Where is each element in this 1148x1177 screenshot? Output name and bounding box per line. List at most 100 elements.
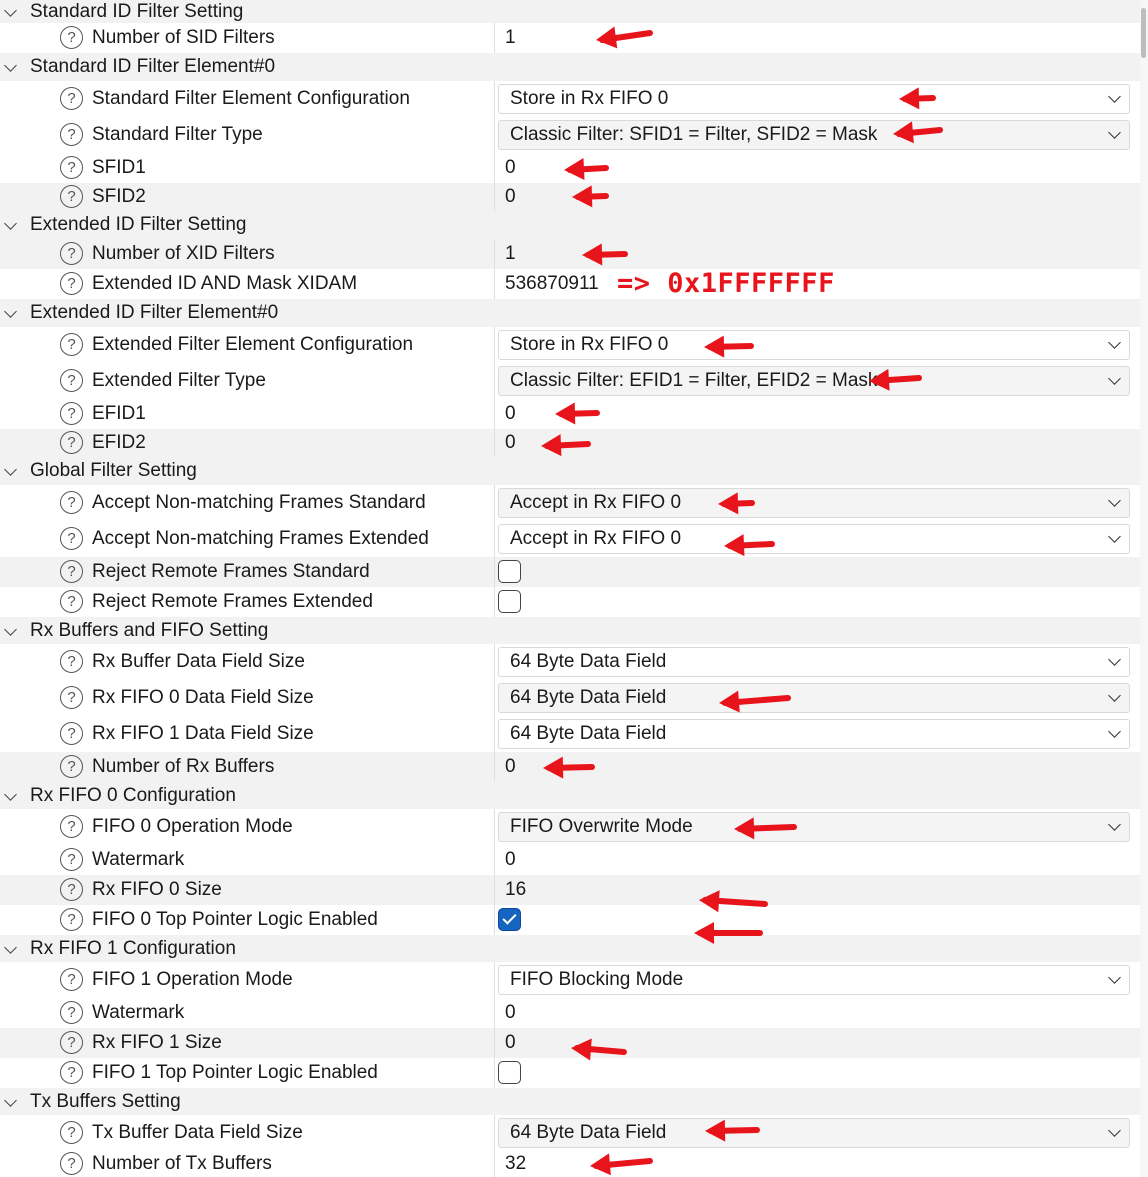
property-row-fifo-1-operation-mode[interactable]: ? FIFO 1 Operation Mode FIFO Blocking Mode (0, 962, 1140, 998)
property-row-rx-fifo-0-size[interactable]: ? Rx FIFO 0 Size 16 (0, 875, 1140, 905)
property-checkbox[interactable] (498, 590, 521, 613)
help-icon[interactable]: ? (60, 1001, 83, 1024)
help-icon[interactable]: ? (60, 878, 83, 901)
property-value-field[interactable]: 32 (505, 1153, 526, 1175)
property-row-extended-filter-element-configuration[interactable]: ? Extended Filter Element Configuration St… (0, 327, 1140, 363)
help-icon[interactable]: ? (60, 1061, 83, 1084)
property-row-rx-buffer-data-field-size[interactable]: ? Rx Buffer Data Field Size 64 Byte Data F… (0, 644, 1140, 680)
property-checkbox[interactable] (498, 560, 521, 583)
help-icon[interactable]: ? (60, 1031, 83, 1054)
property-value-dropdown[interactable]: Accept in Rx FIFO 0 (498, 524, 1130, 554)
collapse-chevron-icon[interactable] (4, 3, 17, 17)
help-icon[interactable]: ? (60, 26, 83, 49)
help-icon[interactable]: ? (60, 123, 83, 146)
property-row-rx-fifo-1-data-field-size[interactable]: ? Rx FIFO 1 Data Field Size 64 Byte Data F… (0, 716, 1140, 752)
help-icon[interactable]: ? (60, 1152, 83, 1175)
property-row-rx-fifo-1-size[interactable]: ? Rx FIFO 1 Size 0 (0, 1028, 1140, 1058)
help-icon[interactable]: ? (60, 369, 83, 392)
help-icon[interactable]: ? (60, 491, 83, 514)
collapse-chevron-icon[interactable] (4, 622, 17, 636)
help-icon[interactable]: ? (60, 185, 83, 208)
help-icon[interactable]: ? (60, 560, 83, 583)
section-standard-id-filter-element-0[interactable]: Standard ID Filter Element#0 (0, 53, 1140, 81)
collapse-chevron-icon[interactable] (4, 787, 17, 801)
property-row-fifo-0-top-pointer-logic-enabled[interactable]: ? FIFO 0 Top Pointer Logic Enabled (0, 905, 1140, 935)
help-icon[interactable]: ? (60, 402, 83, 425)
help-icon[interactable]: ? (60, 156, 83, 179)
property-row-extended-filter-type[interactable]: ? Extended Filter Type Classic Filter: EFI… (0, 363, 1140, 399)
property-value-field[interactable]: 0 (505, 186, 516, 208)
property-value-dropdown[interactable]: 64 Byte Data Field (498, 1118, 1130, 1148)
property-value-dropdown[interactable]: 64 Byte Data Field (498, 647, 1130, 677)
property-row-fifo-0-operation-mode[interactable]: ? FIFO 0 Operation Mode FIFO Overwrite Mod… (0, 809, 1140, 845)
section-extended-id-filter-setting[interactable]: Extended ID Filter Setting (0, 211, 1140, 239)
property-value-dropdown[interactable]: FIFO Blocking Mode (498, 965, 1130, 995)
property-value-field[interactable]: 0 (505, 1002, 516, 1024)
property-row-number-of-xid-filters[interactable]: ? Number of XID Filters 1 (0, 239, 1140, 269)
property-value-dropdown[interactable]: Classic Filter: EFID1 = Filter, EFID2 = … (498, 366, 1130, 396)
help-icon[interactable]: ? (60, 333, 83, 356)
property-value-dropdown[interactable]: 64 Byte Data Field (498, 719, 1130, 749)
property-value-dropdown[interactable]: Store in Rx FIFO 0 (498, 84, 1130, 114)
property-value-field[interactable]: 0 (505, 756, 516, 778)
property-row-rx-fifo-0-data-field-size[interactable]: ? Rx FIFO 0 Data Field Size 64 Byte Data F… (0, 680, 1140, 716)
help-icon[interactable]: ? (60, 848, 83, 871)
property-row-fifo-1-top-pointer-logic-enabled[interactable]: ? FIFO 1 Top Pointer Logic Enabled (0, 1058, 1140, 1088)
help-icon[interactable]: ? (60, 650, 83, 673)
property-row-watermark[interactable]: ? Watermark 0 (0, 845, 1140, 875)
collapse-chevron-icon[interactable] (4, 1093, 17, 1107)
help-icon[interactable]: ? (60, 87, 83, 110)
property-value-field[interactable]: 1 (505, 27, 516, 49)
collapse-chevron-icon[interactable] (4, 463, 17, 476)
property-row-sfid2[interactable]: ? SFID2 0 (0, 183, 1140, 211)
help-icon[interactable]: ? (60, 272, 83, 295)
property-value-field[interactable]: 0 (505, 849, 516, 871)
section-rx-fifo-1-configuration[interactable]: Rx FIFO 1 Configuration (0, 935, 1140, 962)
help-icon[interactable]: ? (60, 908, 83, 931)
property-row-efid1[interactable]: ? EFID1 0 (0, 399, 1140, 429)
property-value-dropdown[interactable]: FIFO Overwrite Mode (498, 812, 1130, 842)
property-value-field[interactable]: 0 (505, 403, 516, 425)
help-icon[interactable]: ? (60, 1121, 83, 1144)
property-row-sfid1[interactable]: ? SFID1 0 (0, 153, 1140, 183)
property-row-reject-remote-frames-standard[interactable]: ? Reject Remote Frames Standard (0, 557, 1140, 587)
collapse-chevron-icon[interactable] (4, 59, 17, 72)
property-row-standard-filter-element-configuration[interactable]: ? Standard Filter Element Configuration St… (0, 81, 1140, 117)
collapse-chevron-icon[interactable] (4, 305, 17, 318)
collapse-chevron-icon[interactable] (4, 217, 17, 230)
property-row-accept-non-matching-frames-extended[interactable]: ? Accept Non-matching Frames Extended Acce… (0, 521, 1140, 557)
property-value-field[interactable]: 0 (505, 1032, 516, 1054)
section-tx-buffers-setting[interactable]: Tx Buffers Setting (0, 1088, 1140, 1115)
property-row-number-of-tx-buffers[interactable]: ? Number of Tx Buffers 32 (0, 1151, 1140, 1177)
section-extended-id-filter-element-0[interactable]: Extended ID Filter Element#0 (0, 299, 1140, 327)
property-row-number-of-rx-buffers[interactable]: ? Number of Rx Buffers 0 (0, 752, 1140, 782)
property-value-dropdown[interactable]: Accept in Rx FIFO 0 (498, 488, 1130, 518)
property-value-dropdown[interactable]: 64 Byte Data Field (498, 683, 1130, 713)
property-value-field[interactable]: 0 (505, 432, 516, 454)
vertical-scrollbar[interactable] (1140, 0, 1148, 1177)
help-icon[interactable]: ? (60, 968, 83, 991)
collapse-chevron-icon[interactable] (4, 940, 17, 954)
help-icon[interactable]: ? (60, 755, 83, 778)
property-row-standard-filter-type[interactable]: ? Standard Filter Type Classic Filter: SFI… (0, 117, 1140, 153)
property-row-watermark[interactable]: ? Watermark 0 (0, 998, 1140, 1028)
property-row-accept-non-matching-frames-standard[interactable]: ? Accept Non-matching Frames Standard Acce… (0, 485, 1140, 521)
property-value-field[interactable]: 536870911 (505, 273, 599, 295)
property-checkbox[interactable] (498, 908, 521, 931)
property-row-extended-id-and-mask-xidam[interactable]: ? Extended ID AND Mask XIDAM 536870911 (0, 269, 1140, 299)
help-icon[interactable]: ? (60, 527, 83, 550)
help-icon[interactable]: ? (60, 431, 83, 454)
section-rx-fifo-0-configuration[interactable]: Rx FIFO 0 Configuration (0, 782, 1140, 809)
section-standard-id-filter-setting[interactable]: Standard ID Filter Setting (0, 0, 1140, 23)
property-value-dropdown[interactable]: Classic Filter: SFID1 = Filter, SFID2 = … (498, 120, 1130, 150)
property-value-field[interactable]: 16 (505, 879, 526, 901)
property-value-field[interactable]: 1 (505, 243, 516, 265)
help-icon[interactable]: ? (60, 686, 83, 709)
property-row-tx-buffer-data-field-size[interactable]: ? Tx Buffer Data Field Size 64 Byte Data F… (0, 1115, 1140, 1151)
property-value-dropdown[interactable]: Store in Rx FIFO 0 (498, 330, 1130, 360)
property-checkbox[interactable] (498, 1061, 521, 1084)
help-icon[interactable]: ? (60, 590, 83, 613)
property-row-reject-remote-frames-extended[interactable]: ? Reject Remote Frames Extended (0, 587, 1140, 617)
property-value-field[interactable]: 0 (505, 157, 516, 179)
scrollbar-thumb[interactable] (1141, 8, 1146, 58)
